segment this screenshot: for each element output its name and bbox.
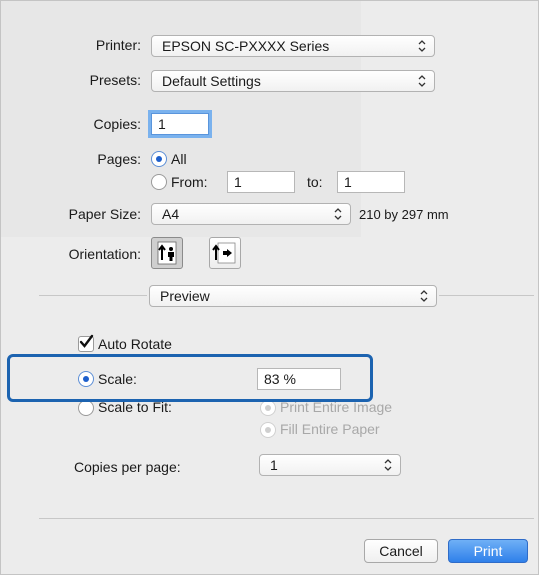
pages-to-label: to: xyxy=(307,174,323,190)
orientation-portrait-button[interactable] xyxy=(151,237,183,269)
popup-arrows-icon xyxy=(420,290,428,302)
copies-label: Copies: xyxy=(93,116,141,132)
pages-from-radio[interactable] xyxy=(151,174,167,190)
pages-to-field[interactable]: 1 xyxy=(337,171,405,193)
footer-divider xyxy=(39,518,534,519)
pages-from-label: From: xyxy=(171,174,208,190)
print-entire-image-radio[interactable] xyxy=(260,400,276,416)
auto-rotate-label: Auto Rotate xyxy=(98,336,172,352)
print-button[interactable]: Print xyxy=(448,539,528,563)
panel-value: Preview xyxy=(160,288,210,304)
auto-rotate-checkbox[interactable] xyxy=(78,334,94,352)
portrait-icon xyxy=(157,241,177,265)
fill-entire-paper-radio[interactable] xyxy=(260,422,276,438)
copies-per-page-label: Copies per page: xyxy=(74,459,181,475)
pages-all-label: All xyxy=(171,151,187,167)
popup-arrows-icon xyxy=(418,75,426,87)
paper-dimensions: 210 by 297 mm xyxy=(359,207,449,222)
pages-all-radio[interactable] xyxy=(151,151,167,167)
printer-label: Printer: xyxy=(95,37,141,53)
popup-arrows-icon xyxy=(384,459,392,471)
paper-size-popup[interactable]: A4 xyxy=(151,203,351,225)
checkmark-icon xyxy=(79,334,94,348)
section-divider xyxy=(39,295,147,296)
fill-entire-paper-label: Fill Entire Paper xyxy=(280,421,380,437)
pages-label: Pages: xyxy=(97,151,141,167)
pages-from-field[interactable]: 1 xyxy=(227,171,295,193)
copies-per-page-value: 1 xyxy=(270,457,278,473)
panel-popup[interactable]: Preview xyxy=(149,285,437,307)
print-dialog: Printer: EPSON SC-PXXXX Series Presets: … xyxy=(0,0,539,575)
orientation-label: Orientation: xyxy=(68,246,141,262)
orientation-landscape-button[interactable] xyxy=(209,237,241,269)
cancel-button[interactable]: Cancel xyxy=(364,539,438,563)
landscape-icon xyxy=(212,242,236,264)
popup-arrows-icon xyxy=(334,208,342,220)
printer-popup[interactable]: EPSON SC-PXXXX Series xyxy=(151,35,435,57)
printer-value: EPSON SC-PXXXX Series xyxy=(162,38,330,54)
popup-arrows-icon xyxy=(418,40,426,52)
copies-field[interactable]: 1 xyxy=(151,113,209,135)
presets-label: Presets: xyxy=(89,72,141,88)
scale-to-fit-radio[interactable] xyxy=(78,400,94,416)
copies-per-page-popup[interactable]: 1 xyxy=(259,454,401,476)
section-divider xyxy=(439,295,534,296)
presets-value: Default Settings xyxy=(162,73,261,89)
scale-highlight-box xyxy=(7,354,373,402)
paper-size-value: A4 xyxy=(162,206,180,222)
presets-popup[interactable]: Default Settings xyxy=(151,70,435,92)
paper-size-label: Paper Size: xyxy=(68,206,141,222)
